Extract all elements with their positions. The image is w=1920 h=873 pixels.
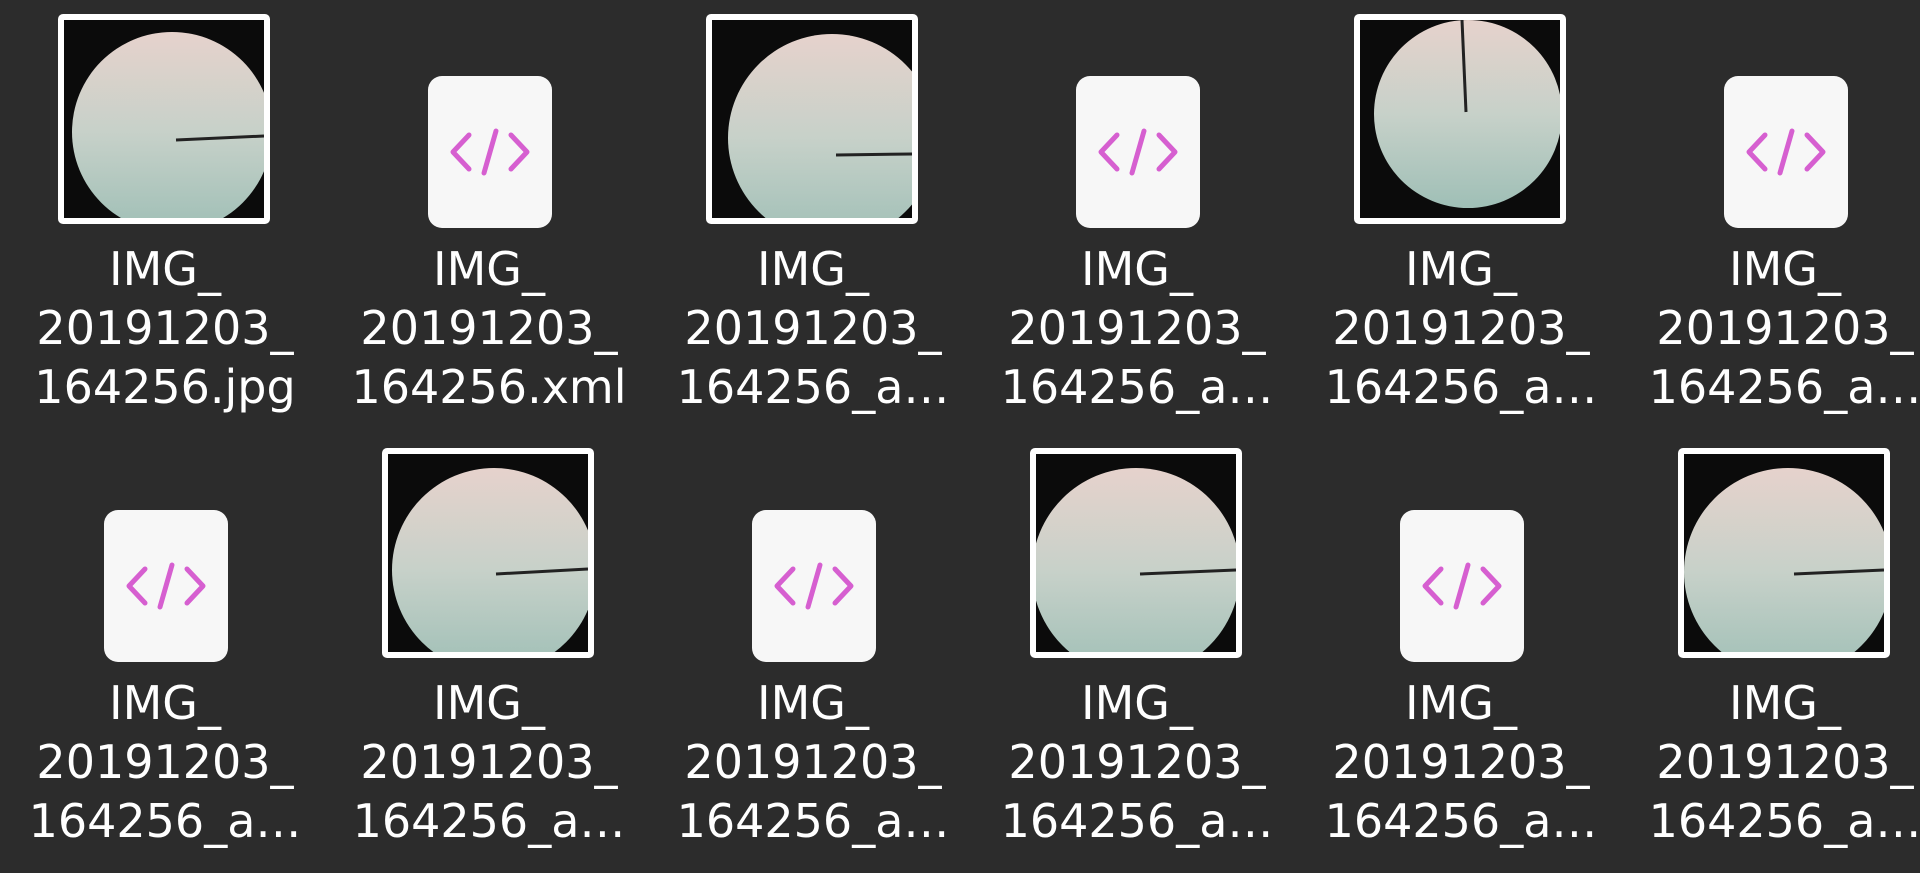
file-item[interactable]: IMG_ 20191203_ 164256_a… <box>1620 434 1920 854</box>
microscope-photo-icon <box>388 454 588 652</box>
file-item[interactable]: IMG_ 20191203_ 164256_a… <box>1296 434 1597 854</box>
thumbnail-area <box>0 0 300 230</box>
file-name-line: IMG_ <box>1729 242 1841 296</box>
xml-file-icon[interactable] <box>1724 76 1848 228</box>
xml-code-icon <box>1746 128 1826 176</box>
file-name-line: 20191203_ <box>360 735 618 789</box>
thumbnail-area <box>1620 0 1920 230</box>
file-name-line: IMG_ <box>1405 242 1517 296</box>
thumbnail-area <box>648 434 948 664</box>
thumbnail-area <box>972 0 1272 230</box>
image-thumbnail[interactable] <box>382 448 594 658</box>
image-thumbnail[interactable] <box>706 14 918 224</box>
file-grid: IMG_ 20191203_ 164256.jpg IMG_ 20191203_… <box>0 0 1920 873</box>
file-name-line: IMG_ <box>1081 676 1193 730</box>
file-name-line: 164256.xml <box>351 360 627 414</box>
file-name-line: 164256.jpg <box>34 360 296 414</box>
file-name-line: 20191203_ <box>1656 301 1914 355</box>
file-label: IMG_ 20191203_ 164256_a… <box>1296 674 1626 851</box>
file-name-line: 164256_a… <box>676 360 950 414</box>
thumbnail-area <box>972 434 1272 664</box>
file-item[interactable]: IMG_ 20191203_ 164256_a… <box>1296 0 1597 420</box>
file-name-line: 20191203_ <box>36 301 294 355</box>
file-name-line: 164256_a… <box>352 794 626 848</box>
file-name-line: IMG_ <box>109 242 221 296</box>
xml-file-icon[interactable] <box>1400 510 1524 662</box>
file-name-line: 164256_a… <box>1648 360 1920 414</box>
file-label: IMG_ 20191203_ 164256_a… <box>1296 240 1626 417</box>
file-name-line: IMG_ <box>1081 242 1193 296</box>
file-name-line: 20191203_ <box>1332 301 1590 355</box>
file-item[interactable]: IMG_ 20191203_ 164256_a… <box>648 0 949 420</box>
thumbnail-area <box>324 0 624 230</box>
file-name-line: 20191203_ <box>1008 301 1266 355</box>
thumbnail-area <box>1620 434 1920 664</box>
file-label: IMG_ 20191203_ 164256_a… <box>648 674 978 851</box>
file-name-line: 164256_a… <box>1324 794 1598 848</box>
thumbnail-area <box>648 0 948 230</box>
xml-file-icon[interactable] <box>1076 76 1200 228</box>
file-name-line: 20191203_ <box>36 735 294 789</box>
file-name-line: IMG_ <box>1729 676 1841 730</box>
file-name-line: 20191203_ <box>1656 735 1914 789</box>
file-label: IMG_ 20191203_ 164256_a… <box>972 240 1302 417</box>
image-thumbnail[interactable] <box>1030 448 1242 658</box>
xml-code-icon <box>774 562 854 610</box>
thumbnail-area <box>0 434 300 664</box>
file-name-line: 164256_a… <box>1000 794 1274 848</box>
file-label: IMG_ 20191203_ 164256_a… <box>648 240 978 417</box>
xml-code-icon <box>126 562 206 610</box>
image-thumbnail[interactable] <box>1678 448 1890 658</box>
xml-file-icon[interactable] <box>428 76 552 228</box>
file-item[interactable]: IMG_ 20191203_ 164256_a… <box>1620 0 1920 420</box>
thumbnail-area <box>1296 434 1596 664</box>
file-label: IMG_ 20191203_ 164256_a… <box>1620 240 1920 417</box>
file-item[interactable]: IMG_ 20191203_ 164256_a… <box>0 434 301 854</box>
image-thumbnail[interactable] <box>1354 14 1566 224</box>
file-item[interactable]: IMG_ 20191203_ 164256.jpg <box>0 0 300 420</box>
microscope-photo-icon <box>1684 454 1884 652</box>
xml-file-icon[interactable] <box>752 510 876 662</box>
file-name-line: IMG_ <box>1405 676 1517 730</box>
file-name-line: 20191203_ <box>360 301 618 355</box>
thumbnail-area <box>1296 0 1596 230</box>
file-name-line: 164256_a… <box>1324 360 1598 414</box>
microscope-photo-icon <box>64 20 264 218</box>
file-label: IMG_ 20191203_ 164256.jpg <box>0 240 330 417</box>
image-thumbnail[interactable] <box>58 14 270 224</box>
file-item[interactable]: IMG_ 20191203_ 164256_a… <box>324 434 625 854</box>
file-name-line: 20191203_ <box>1332 735 1590 789</box>
file-item[interactable]: IMG_ 20191203_ 164256.xml <box>324 0 627 420</box>
xml-file-icon[interactable] <box>104 510 228 662</box>
file-name-line: 164256_a… <box>676 794 950 848</box>
thumbnail-area <box>324 434 624 664</box>
xml-code-icon <box>450 128 530 176</box>
file-name-line: 20191203_ <box>684 301 942 355</box>
file-name-line: IMG_ <box>109 676 221 730</box>
file-name-line: 164256_a… <box>1000 360 1274 414</box>
file-label: IMG_ 20191203_ 164256_a… <box>1620 674 1920 851</box>
file-name-line: 164256_a… <box>28 794 302 848</box>
file-name-line: IMG_ <box>433 242 545 296</box>
file-item[interactable]: IMG_ 20191203_ 164256_a… <box>648 434 949 854</box>
xml-code-icon <box>1098 128 1178 176</box>
file-name-line: IMG_ <box>757 242 869 296</box>
xml-code-icon <box>1422 562 1502 610</box>
file-item[interactable]: IMG_ 20191203_ 164256_a… <box>972 0 1273 420</box>
file-name-line: IMG_ <box>433 676 545 730</box>
file-label: IMG_ 20191203_ 164256_a… <box>324 674 654 851</box>
file-name-line: 20191203_ <box>1008 735 1266 789</box>
file-label: IMG_ 20191203_ 164256.xml <box>324 240 654 417</box>
file-label: IMG_ 20191203_ 164256_a… <box>0 674 330 851</box>
file-label: IMG_ 20191203_ 164256_a… <box>972 674 1302 851</box>
microscope-photo-icon <box>712 20 912 218</box>
microscope-photo-icon <box>1360 20 1560 218</box>
file-name-line: IMG_ <box>757 676 869 730</box>
file-name-line: 164256_a… <box>1648 794 1920 848</box>
file-item[interactable]: IMG_ 20191203_ 164256_a… <box>972 434 1273 854</box>
file-name-line: 20191203_ <box>684 735 942 789</box>
microscope-photo-icon <box>1036 454 1236 652</box>
